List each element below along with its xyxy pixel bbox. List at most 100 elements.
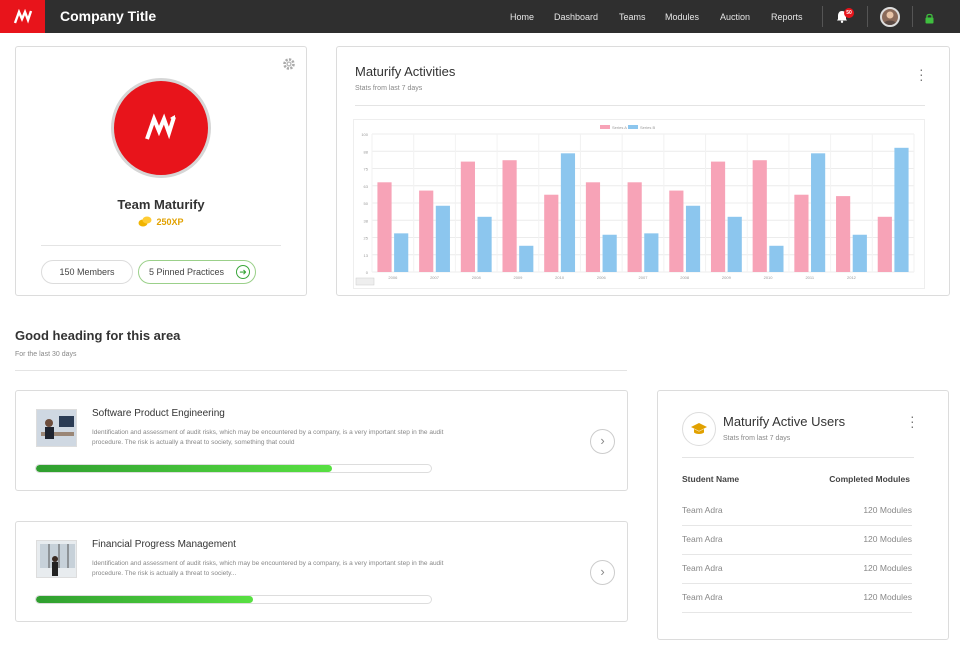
completed-modules: 120 Modules <box>863 534 912 544</box>
y-tick-label: 75 <box>364 167 369 172</box>
chart-svg: 0 13 25 38 50 63 75 88 100 2006 2007 2008 2009 2010 20… <box>355 125 915 286</box>
course-card[interactable]: Software Product Engineering Identificat… <box>15 390 628 491</box>
course-title: Software Product Engineering <box>92 408 225 419</box>
more-icon[interactable]: · · · <box>910 409 915 433</box>
pinned-practices-button[interactable]: 5 Pinned Practices ➜ <box>138 260 256 284</box>
activity-card: Maturify Activities Stats from last 7 da… <box>336 46 950 296</box>
progress-fill <box>36 465 333 472</box>
xp-value: 250XP <box>16 216 306 229</box>
chart-bar <box>727 216 742 272</box>
chart-bar <box>394 233 409 272</box>
y-tick-label: 38 <box>364 218 369 223</box>
x-tick-label: 2006 <box>597 275 607 280</box>
course-description: Identification and assessment of audit r… <box>92 560 444 577</box>
chart-bar <box>877 216 892 272</box>
nav-auction[interactable]: Auction <box>720 12 750 22</box>
chart-bar <box>644 233 659 272</box>
section-subheading: For the last 30 days <box>15 351 77 358</box>
team-name: Team Maturify <box>117 197 205 212</box>
team-card: Team Maturify 250XP 150 Members 5 Pinned… <box>15 46 307 296</box>
legend-swatch <box>628 125 638 129</box>
nav-separator <box>822 6 823 27</box>
chart-bar <box>585 182 601 272</box>
table-row: Team Adra 120 Modules <box>682 555 912 584</box>
divider <box>682 457 914 458</box>
chart-bar <box>710 161 726 272</box>
chart-bar <box>852 234 867 272</box>
completed-modules: 120 Modules <box>863 505 912 515</box>
nav-dashboard[interactable]: Dashboard <box>554 12 598 22</box>
table-row: Team Adra 120 Modules <box>682 526 912 555</box>
divider <box>355 105 925 106</box>
activity-title: Maturify Activities <box>355 64 456 79</box>
app-title: Company Title <box>60 8 157 24</box>
nav-home[interactable]: Home <box>510 12 534 22</box>
chevron-right-icon[interactable]: › <box>590 560 615 585</box>
completed-modules: 120 Modules <box>863 592 912 602</box>
x-tick-label: 2009 <box>513 275 523 280</box>
arrow-right-icon: ➜ <box>236 265 250 279</box>
y-tick-label: 63 <box>364 184 369 189</box>
chart-bar <box>811 153 826 272</box>
x-tick-label: 2010 <box>764 275 774 280</box>
active-users-card: Maturify Active Users Stats from last 7 … <box>657 390 949 640</box>
student-name: Team Adra <box>682 505 723 515</box>
lock-icon[interactable] <box>925 11 934 29</box>
x-tick-label: 2012 <box>847 275 857 280</box>
column-header-modules: Completed Modules <box>829 474 910 484</box>
activity-chart: 0 13 25 38 50 63 75 88 100 2006 2007 2008 2009 2010 20… <box>353 119 925 289</box>
chart-bar <box>435 205 450 272</box>
x-tick-label: 2008 <box>472 275 482 280</box>
chart-bar <box>477 216 492 272</box>
gear-icon[interactable] <box>282 57 296 76</box>
y-tick-label: 50 <box>364 201 369 206</box>
divider <box>41 245 281 246</box>
notification-badge: 50 <box>844 8 854 18</box>
chart-bar <box>794 194 809 272</box>
y-tick-label: 100 <box>361 132 368 137</box>
course-title: Financial Progress Management <box>92 539 236 550</box>
course-thumbnail <box>36 409 77 447</box>
chart-bar <box>544 194 559 272</box>
table-row: Team Adra 120 Modules <box>682 584 912 613</box>
x-tick-label: 2010 <box>555 275 565 280</box>
table-row: Team Adra 120 Modules <box>682 497 912 526</box>
student-name: Team Adra <box>682 563 723 573</box>
x-tick-label: 2007 <box>430 275 440 280</box>
nav-separator <box>912 6 913 27</box>
progress-bar <box>35 464 432 473</box>
legend-label: Series A <box>612 125 627 130</box>
users-subtitle: Stats from last 7 days <box>723 435 791 442</box>
more-icon[interactable]: · · · <box>919 62 924 86</box>
avatar[interactable] <box>880 7 900 27</box>
progress-fill <box>36 596 254 603</box>
members-button[interactable]: 150 Members <box>41 260 133 284</box>
legend-label: Series B <box>640 125 655 130</box>
team-logo <box>111 78 211 178</box>
nav-teams[interactable]: Teams <box>619 12 646 22</box>
nav-reports[interactable]: Reports <box>771 12 803 22</box>
chart-bar <box>602 234 617 272</box>
logo-icon[interactable] <box>0 0 45 33</box>
x-tick-label: 2011 <box>805 275 814 280</box>
progress-bar <box>35 595 432 604</box>
xp-label: 250XP <box>156 216 184 227</box>
users-title: Maturify Active Users <box>723 414 846 429</box>
course-card[interactable]: Financial Progress Management Identifica… <box>15 521 628 622</box>
course-description: Identification and assessment of audit r… <box>92 429 444 446</box>
coins-icon <box>138 216 152 229</box>
y-tick-label: 25 <box>364 236 369 241</box>
divider <box>15 370 627 371</box>
chart-bar <box>836 196 851 272</box>
chart-bar <box>669 190 684 272</box>
x-tick-label: 2009 <box>722 275 732 280</box>
nav-modules[interactable]: Modules <box>665 12 699 22</box>
student-name: Team Adra <box>682 534 723 544</box>
chart-bar <box>377 182 392 272</box>
chevron-right-icon[interactable]: › <box>590 429 615 454</box>
y-tick-label: 0 <box>366 270 369 275</box>
chart-bar <box>502 160 517 272</box>
chart-bar <box>519 245 534 272</box>
chart-bar <box>419 190 434 272</box>
pinned-practices-label: 5 Pinned Practices <box>149 267 225 277</box>
